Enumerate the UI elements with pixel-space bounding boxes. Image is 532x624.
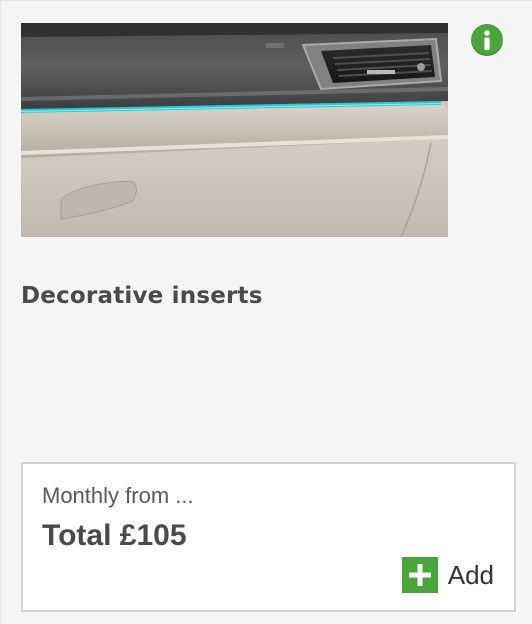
product-image [21, 23, 448, 237]
monthly-from-label: Monthly from ... [42, 483, 194, 508]
total-price: Total £105 [42, 519, 187, 552]
info-button[interactable] [471, 24, 503, 56]
accessory-card: Decorative inserts Monthly from ... Tota… [0, 0, 532, 624]
add-button[interactable]: Add [401, 557, 494, 593]
info-icon [484, 30, 490, 50]
price-panel: Monthly from ... Total £105 Add [21, 462, 516, 612]
product-title: Decorative inserts [21, 283, 263, 309]
add-button-label: Add [447, 559, 494, 590]
plus-icon [401, 557, 438, 593]
